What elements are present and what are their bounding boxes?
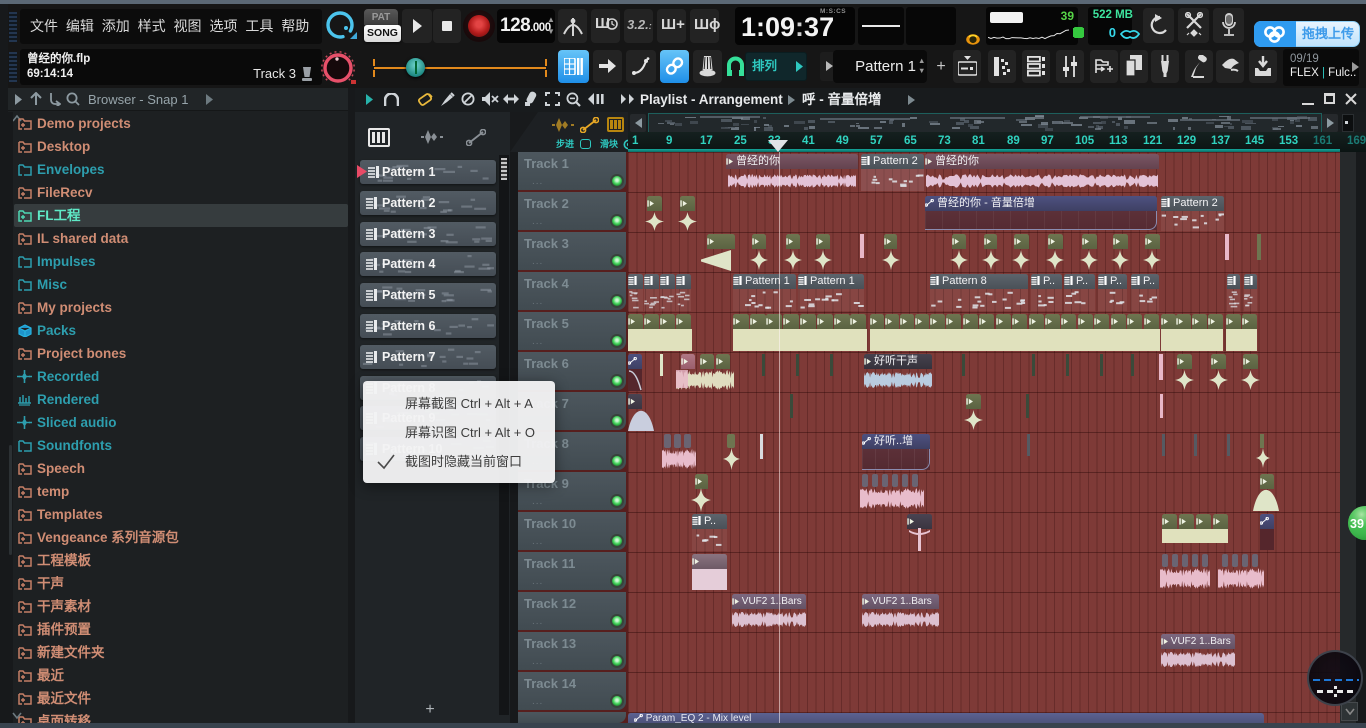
svg-text:39: 39 xyxy=(1350,517,1364,531)
